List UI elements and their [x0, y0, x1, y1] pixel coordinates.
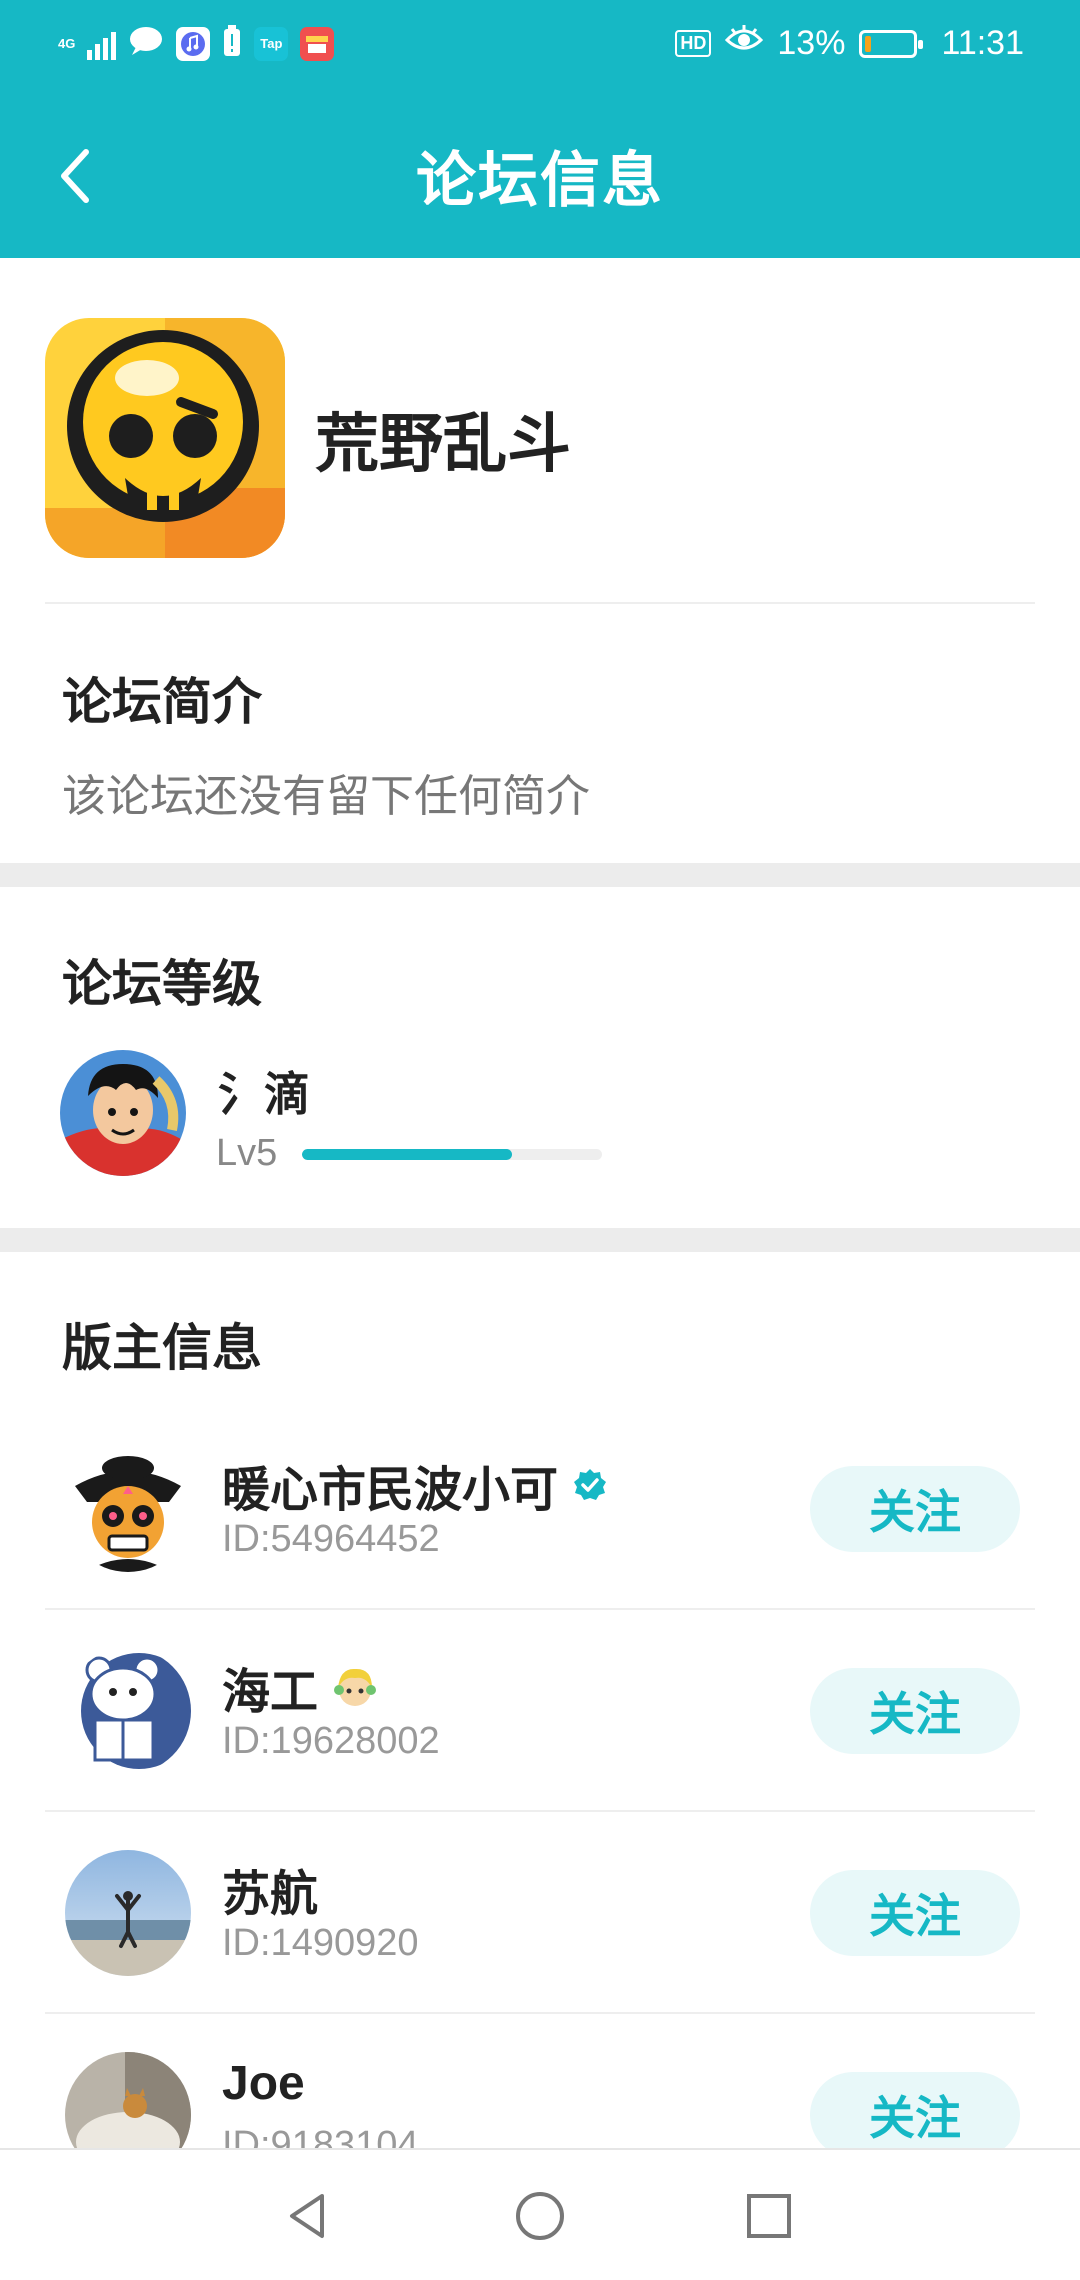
system-nav-bar [0, 2148, 1080, 2280]
battery-level-fill [865, 35, 872, 52]
moderator-row[interactable]: 暖心市民波小可 ID:54964452 关注 [0, 1408, 1080, 1610]
moderator-name: 暖心市民波小可 [222, 1450, 608, 1520]
moderator-section-title: 版主信息 [62, 1320, 262, 1376]
taptap-app-icon: Tap [254, 26, 289, 61]
moderator-name-text: 海工 [222, 1666, 319, 1719]
follow-button[interactable]: 关注 [810, 2072, 1020, 2158]
message-icon [128, 25, 164, 62]
status-bar: 4G Tap HD 13% 11:31 [0, 0, 1080, 92]
user-name: 氵滴 [218, 1068, 310, 1120]
battery-alert-icon [222, 24, 242, 63]
music-app-icon [176, 26, 211, 61]
battery-percent: 13% [777, 24, 846, 62]
moderator-name: 海工 [222, 1652, 378, 1722]
follow-button[interactable]: 关注 [810, 1466, 1020, 1552]
battery-icon [859, 29, 924, 58]
level-section-title: 论坛等级 [62, 956, 262, 1012]
store-app-icon [300, 26, 335, 61]
moderator-id: ID:54964452 [222, 1518, 440, 1560]
page-title: 论坛信息 [416, 147, 664, 214]
app-header: 论坛信息 [0, 92, 1080, 258]
moderator-avatar[interactable] [65, 1850, 191, 1976]
verified-badge-icon [574, 1469, 607, 1500]
eye-icon [725, 24, 764, 63]
status-right-icons: HD 13% 11:31 [675, 24, 1024, 63]
moderator-name: Joe [222, 2056, 305, 2111]
clock: 11:31 [941, 24, 1024, 62]
level-progress-fill [302, 1149, 512, 1160]
level-progress-bar [302, 1149, 602, 1160]
user-avatar[interactable] [60, 1050, 186, 1176]
forum-logo [45, 318, 285, 558]
beach-photo-avatar-icon [65, 1850, 191, 1976]
moderator-name-text: Joe [222, 2057, 305, 2110]
moderator-name: 苏航 [222, 1854, 318, 1924]
moderator-avatar[interactable] [65, 1446, 191, 1572]
status-left-icons: 4G Tap [58, 24, 335, 63]
square-recents-icon [747, 2194, 791, 2238]
bear-character-avatar-icon [65, 1648, 191, 1774]
section-separator [0, 1228, 1080, 1252]
circle-home-icon [516, 2192, 564, 2240]
luffy-avatar-icon [60, 1050, 186, 1176]
follow-button[interactable]: 关注 [810, 1870, 1020, 1956]
level-label: Lv5 [216, 1132, 278, 1174]
intro-text: 该论坛还没有留下任何简介 [62, 772, 590, 821]
moderator-id: ID:1490920 [222, 1922, 419, 1964]
forum-header: 荒野乱斗 [0, 258, 1080, 603]
network-type-label: 4G [58, 35, 76, 51]
moderator-row[interactable]: 苏航 ID:1490920 关注 [0, 1812, 1080, 2014]
moderator-name-text: 苏航 [222, 1868, 319, 1921]
nav-recents-button[interactable] [733, 2180, 805, 2252]
follow-button[interactable]: 关注 [810, 1668, 1020, 1754]
moderator-row[interactable]: 海工 ID:19628002 关注 [0, 1610, 1080, 1812]
moderator-name-text: 暖心市民波小可 [222, 1464, 559, 1517]
section-separator [0, 863, 1080, 887]
emoji-icon [334, 1668, 377, 1706]
intro-section-title: 论坛简介 [62, 674, 262, 730]
divider [45, 602, 1035, 604]
signal-icon [87, 28, 117, 60]
page: 4G Tap HD 13% 11:31 论坛信息 荒野乱斗 论坛简介 该论坛还没… [0, 0, 1080, 2280]
nav-back-button[interactable] [272, 2180, 344, 2252]
nav-home-button[interactable] [504, 2180, 576, 2252]
top-bar: 4G Tap HD 13% 11:31 论坛信息 [0, 0, 1080, 258]
hd-icon: HD [675, 30, 712, 57]
skull-character-avatar-icon [65, 1446, 191, 1572]
forum-name: 荒野乱斗 [315, 408, 571, 480]
triangle-back-icon [290, 2194, 324, 2238]
moderator-id: ID:19628002 [222, 1720, 440, 1762]
skull-logo-icon [45, 318, 285, 558]
moderator-avatar[interactable] [65, 1648, 191, 1774]
